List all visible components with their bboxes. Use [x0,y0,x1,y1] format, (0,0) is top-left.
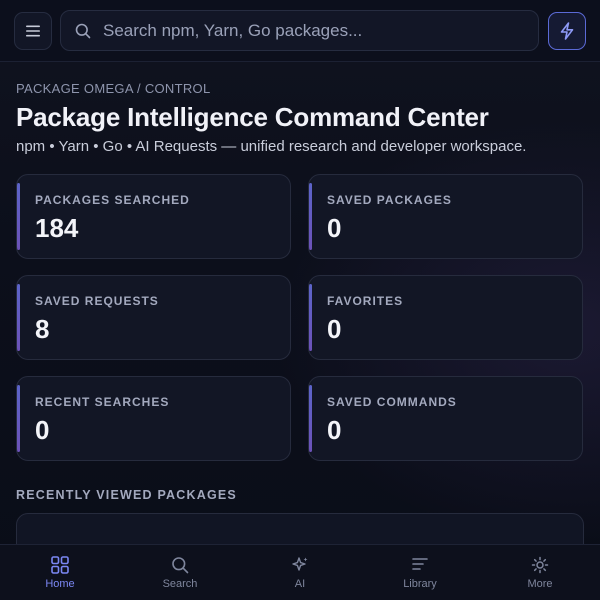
quick-action-button[interactable] [548,12,586,50]
search-icon [171,556,189,574]
nav-label: AI [294,578,306,590]
page-title: Package Intelligence Command Center [16,102,489,132]
stat-card-saved-requests[interactable]: SAVED REQUESTS 8 [16,275,291,360]
stat-value: 8 [35,314,50,344]
stat-value: 184 [35,213,79,243]
search-bar[interactable] [60,10,539,51]
menu-icon [26,25,40,37]
stat-card-packages-searched[interactable]: PACKAGES SEARCHED 184 [16,174,291,259]
grid-icon [51,556,69,574]
nav-item-library[interactable]: Library [360,545,480,600]
stat-label: SAVED COMMANDS [327,395,457,409]
stat-card-favorites[interactable]: FAVORITES 0 [308,275,583,360]
sparkle-icon [291,556,309,574]
stat-value: 0 [327,415,342,445]
app-root: PACKAGE OMEGA / CONTROL Package Intellig… [0,0,600,600]
bottom-nav: Home Search AI Library More [0,544,600,600]
stat-label: RECENT SEARCHES [35,395,170,409]
stat-value: 0 [35,415,50,445]
stat-card-saved-commands[interactable]: SAVED COMMANDS 0 [308,376,583,461]
stat-label: PACKAGES SEARCHED [35,193,190,207]
menu-button[interactable] [14,12,52,50]
stat-card-recent-searches[interactable]: RECENT SEARCHES 0 [16,376,291,461]
nav-item-ai[interactable]: AI [240,545,360,600]
nav-item-search[interactable]: Search [120,545,240,600]
gear-icon [531,556,549,574]
stat-label: SAVED REQUESTS [35,294,159,308]
page-subtitle: npm • Yarn • Go • AI Requests — unified … [16,138,527,155]
search-input[interactable] [103,11,538,50]
bolt-icon [559,22,575,40]
stat-card-saved-packages[interactable]: SAVED PACKAGES 0 [308,174,583,259]
breadcrumb: PACKAGE OMEGA / CONTROL [16,81,211,96]
search-icon [75,23,91,39]
nav-item-more[interactable]: More [480,545,600,600]
top-bar [0,0,600,62]
nav-item-home[interactable]: Home [0,545,120,600]
stat-label: SAVED PACKAGES [327,193,452,207]
recently-viewed-heading: RECENTLY VIEWED PACKAGES [16,488,237,502]
stat-label: FAVORITES [327,294,404,308]
nav-label: Library [403,578,437,590]
nav-label: Home [45,578,75,590]
library-icon [411,556,429,574]
stat-value: 0 [327,213,342,243]
nav-label: More [527,578,553,590]
nav-label: Search [162,578,198,590]
stat-value: 0 [327,314,342,344]
